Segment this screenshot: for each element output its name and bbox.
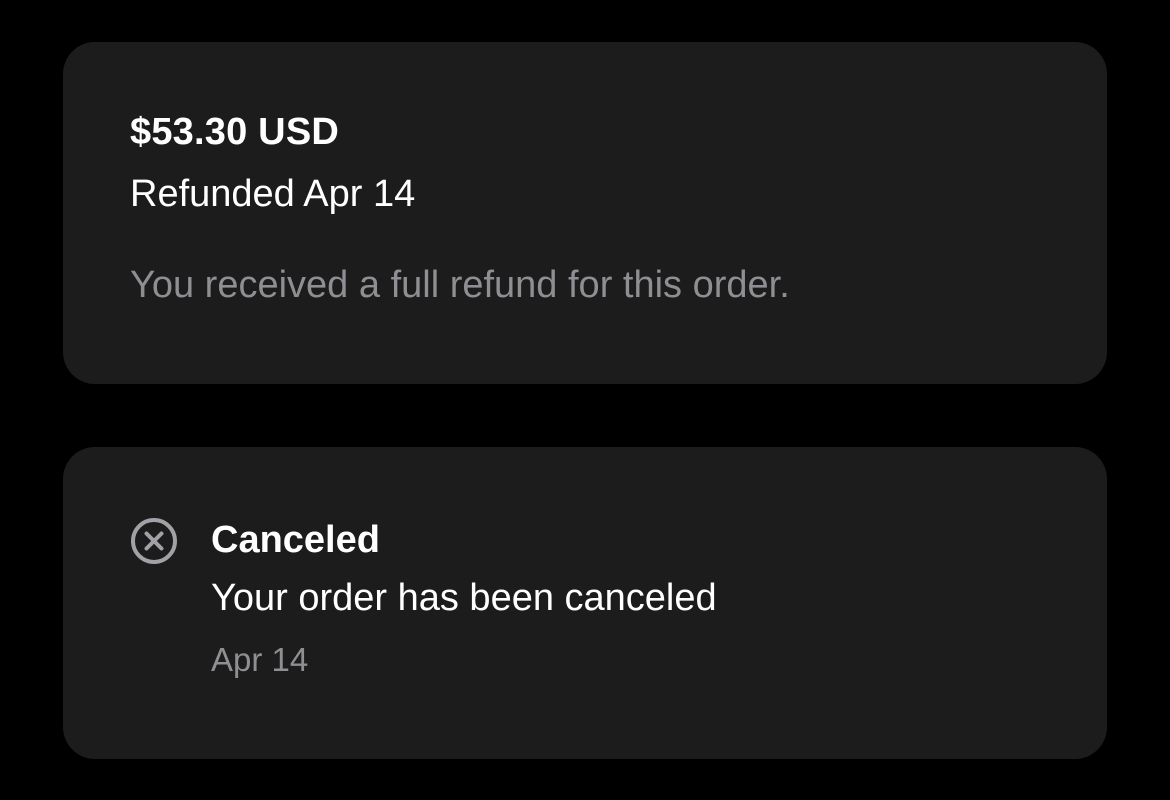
refund-amount: $53.30 USD [130, 111, 340, 153]
x-circle-icon [130, 517, 178, 565]
order-status-card: Canceled Your order has been canceled Ap… [63, 447, 1107, 759]
status-message: Your order has been canceled [211, 577, 717, 619]
refund-description: You received a full refund for this orde… [130, 264, 790, 306]
refund-status-line: Refunded Apr 14 [130, 173, 416, 215]
refund-summary-card: $53.30 USD Refunded Apr 14 You received … [63, 42, 1107, 384]
status-date: Apr 14 [211, 641, 309, 678]
status-title: Canceled [211, 519, 380, 561]
